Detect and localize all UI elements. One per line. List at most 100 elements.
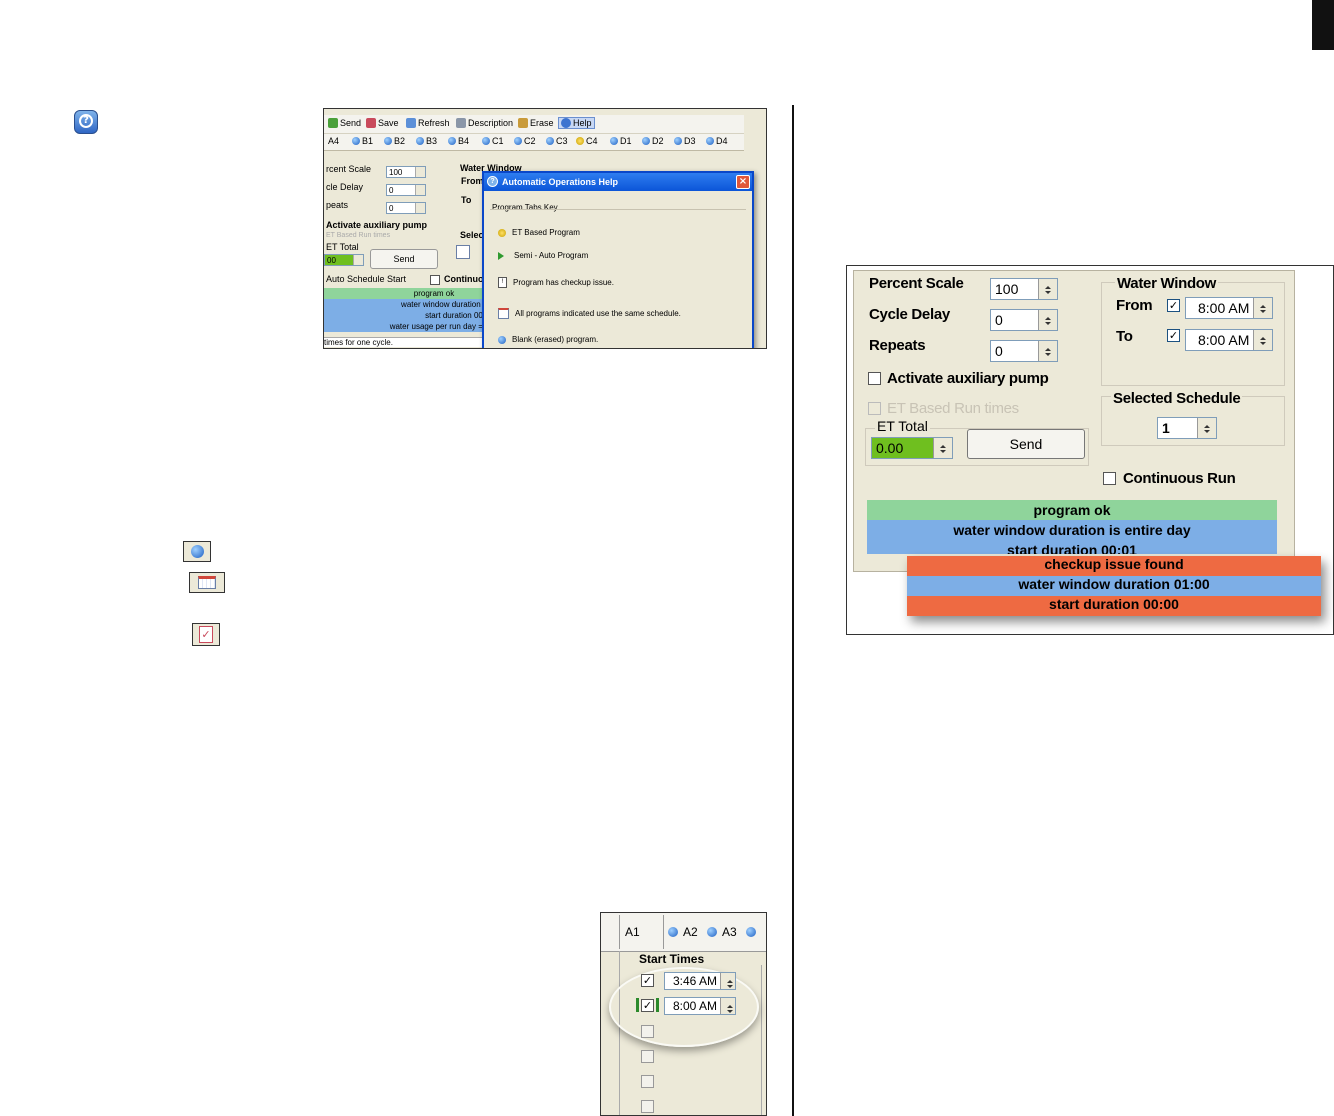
start-time-1-input[interactable]: 3:46 AM (664, 972, 736, 990)
repeats-input[interactable]: 0 (990, 340, 1058, 362)
water-window-label: Water Window (1115, 275, 1219, 292)
save-button[interactable]: Save (366, 118, 399, 128)
cycle-delay-label: cle Delay (326, 182, 364, 192)
spin-buttons[interactable] (933, 438, 952, 458)
blank-program-icon (706, 137, 714, 145)
spin-buttons[interactable] (1197, 418, 1216, 438)
start-time-6-checkbox[interactable] (641, 1100, 654, 1113)
tab-a2[interactable]: A2 (683, 925, 698, 939)
start-time-1-checkbox[interactable]: ✓ (641, 974, 654, 987)
tab-d1[interactable]: D1 (610, 136, 632, 146)
tab-a1[interactable]: A1 (625, 925, 640, 939)
erase-button[interactable]: Erase (518, 118, 554, 128)
legend-same-schedule: All programs indicated use the same sche… (498, 308, 681, 319)
tab-a4[interactable]: A4 (328, 136, 339, 146)
send-button[interactable]: Send (328, 118, 361, 128)
legend-semi-auto: Semi - Auto Program (498, 251, 588, 260)
tab-b4[interactable]: B4 (448, 136, 469, 146)
refresh-icon (406, 118, 416, 128)
close-icon[interactable]: × (736, 175, 750, 189)
from-checkbox[interactable]: ✓ (1167, 299, 1180, 312)
checkup-legend-icon: ✓ (192, 623, 220, 646)
continuous-checkbox[interactable] (430, 275, 440, 285)
spin-buttons[interactable] (1038, 310, 1057, 330)
same-schedule-legend-icon (189, 572, 225, 593)
aux-pump-label: Activate auxiliary pump (326, 220, 428, 230)
tab-separator (619, 915, 620, 949)
calendar-icon (498, 308, 509, 319)
to-time-input[interactable]: 8:00 AM (1185, 329, 1273, 351)
to-label: To (461, 195, 472, 205)
et-total-input[interactable]: 0.00 (871, 437, 953, 459)
spin-buttons[interactable] (1253, 330, 1272, 350)
cycle-delay-input[interactable]: 0 (386, 184, 426, 196)
percent-scale-label: rcent Scale (326, 164, 372, 174)
spin-buttons[interactable] (1038, 341, 1057, 361)
et-based-checkbox (868, 402, 881, 415)
blank-program-icon (674, 137, 682, 145)
tab-c2[interactable]: C2 (514, 136, 536, 146)
status-program-ok: program ok (324, 288, 494, 299)
status-water-window: water window duration 01: (324, 299, 494, 310)
send-et-button[interactable]: Send (370, 249, 438, 269)
to-checkbox[interactable]: ✓ (1167, 329, 1180, 342)
status-program-ok: program ok (867, 500, 1277, 520)
calendar-icon (198, 576, 216, 589)
spin-buttons[interactable] (720, 998, 735, 1014)
selected-schedule-input[interactable]: 1 (1157, 417, 1217, 439)
tab-b3[interactable]: B3 (416, 136, 437, 146)
start-time-4-checkbox[interactable] (641, 1050, 654, 1063)
cycle-delay-input[interactable]: 0 (990, 309, 1058, 331)
spin-buttons[interactable] (1038, 279, 1057, 299)
start-time-2-input[interactable]: 8:00 AM (664, 997, 736, 1015)
save-icon (366, 118, 376, 128)
refresh-button[interactable]: Refresh (406, 118, 450, 128)
tab-d3[interactable]: D3 (674, 136, 696, 146)
blank-program-icon (482, 137, 490, 145)
tab-b1[interactable]: B1 (352, 136, 373, 146)
from-label: From (1116, 297, 1153, 314)
tab-c3[interactable]: C3 (546, 136, 568, 146)
aux-pump-checkbox[interactable] (868, 372, 881, 385)
toolbar: Send Save Refresh Description Erase Help (324, 115, 744, 134)
percent-scale-input[interactable]: 100 (990, 278, 1058, 300)
description-button[interactable]: Description (456, 118, 513, 128)
tab-c4[interactable]: C4 (576, 136, 598, 146)
send-et-button[interactable]: Send (967, 429, 1085, 459)
et-based-program-icon (498, 228, 506, 237)
spin-buttons[interactable] (720, 973, 735, 989)
et-based-label: ET Based Run times (887, 400, 1019, 417)
page-edge-mark (1312, 0, 1334, 50)
status-start-duration: start duration 00:01 (867, 540, 1277, 554)
popup-water-window: water window duration 01:00 (907, 576, 1321, 596)
start-time-2-checkbox[interactable]: ✓ (641, 999, 654, 1012)
start-time-5-checkbox[interactable] (641, 1075, 654, 1088)
blank-program-icon (384, 137, 392, 145)
blank-program-icon (448, 137, 456, 145)
blank-program-icon (610, 137, 618, 145)
tab-c1[interactable]: C1 (482, 136, 504, 146)
blank-program-icon (746, 927, 756, 937)
spin-buttons[interactable] (1253, 298, 1272, 318)
tab-b2[interactable]: B2 (384, 136, 405, 146)
screenshot-program-settings: Percent Scale 100 Cycle Delay 0 Repeats … (846, 265, 1334, 635)
tab-d2[interactable]: D2 (642, 136, 664, 146)
percent-scale-input[interactable]: 100 (386, 166, 426, 178)
help-button[interactable]: Help (558, 117, 595, 129)
tab-d4[interactable]: D4 (706, 136, 728, 146)
blank-program-icon (668, 927, 678, 937)
start-time-3-checkbox[interactable] (641, 1025, 654, 1038)
status-water-usage: water usage per run day = 22 (324, 321, 494, 332)
popup-checkup-issue: checkup issue found (907, 556, 1321, 576)
continuous-run-label: Continuous Run (1123, 470, 1236, 487)
blank-program-icon (546, 137, 554, 145)
help-dialog: ? Automatic Operations Help × Program Ta… (482, 171, 754, 348)
clipboard-check-icon: ✓ (199, 626, 213, 643)
calendar-icon (456, 245, 470, 259)
et-total-input[interactable]: 00 (324, 254, 364, 266)
tab-a3[interactable]: A3 (722, 925, 737, 939)
legend-blank-program: Blank (erased) program. (498, 335, 598, 344)
repeats-input[interactable]: 0 (386, 202, 426, 214)
continuous-run-checkbox[interactable] (1103, 472, 1116, 485)
from-time-input[interactable]: 8:00 AM (1185, 297, 1273, 319)
